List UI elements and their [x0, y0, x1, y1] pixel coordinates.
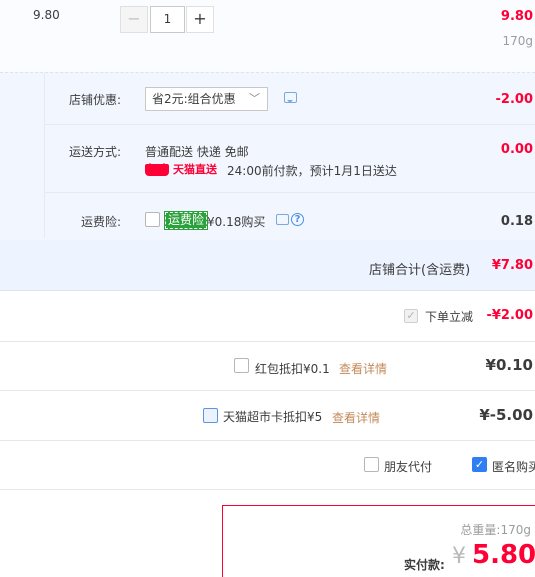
total-weight-label: 总重量: [460, 523, 501, 537]
shipping-insurance-amount: 0.18 [500, 214, 533, 229]
actual-payment-label: 实付款: [404, 558, 445, 572]
shop-promo-select-value: 省2元:组合优惠 [152, 92, 236, 106]
instant-discount-label: 下单立减 [425, 310, 474, 324]
chevron-down-icon: ﹀ [249, 92, 260, 105]
friend-pay-label: 朋友代付 [384, 460, 433, 474]
divider [0, 341, 535, 342]
tmall-direct-text: 天猫直送 [173, 163, 217, 176]
quantity-input[interactable]: 1 [150, 6, 185, 33]
divider [0, 489, 535, 490]
item-total-price: 9.80 [500, 9, 533, 24]
shipping-insurance-price: ¥0.18购买 [207, 215, 266, 229]
redpacket-details-link[interactable]: 查看详情 [339, 360, 387, 377]
redpacket-checkbox[interactable] [234, 358, 249, 373]
shipping-insurance-tag: 运费险 [163, 211, 209, 230]
anonymous-purchase-label: 匿名购买 [492, 460, 535, 474]
shop-total-amount: ¥7.80 [491, 258, 533, 273]
supermarket-card-details-link[interactable]: 查看详情 [332, 409, 380, 426]
currency-symbol: ¥ [452, 544, 466, 569]
supermarket-card-label: 天猫超市卡抵扣¥5 [223, 410, 323, 424]
message-icon[interactable] [276, 214, 289, 225]
anonymous-purchase-checkbox[interactable]: ✓ [472, 457, 487, 472]
friend-pay-checkbox[interactable] [364, 457, 379, 472]
item-weight: 170g [502, 34, 533, 48]
divider [0, 390, 535, 391]
supermarket-card-amount: ¥-5.00 [479, 406, 533, 424]
shipping-insurance-label: 运费险: [81, 215, 122, 229]
message-icon[interactable] [284, 92, 297, 103]
shop-total-label: 店铺合计(含运费) [369, 263, 471, 278]
order-item-row [0, 0, 535, 72]
shop-promo-amount: -2.00 [495, 92, 533, 107]
quantity-decrease-button[interactable]: − [120, 6, 148, 33]
shop-promo-label: 店铺优惠: [69, 93, 122, 107]
redpacket-amount: ¥0.10 [485, 356, 533, 374]
instant-discount-amount: -¥2.00 [486, 308, 533, 323]
tmall-direct-logo: 天猫直送 [145, 163, 217, 177]
divider [44, 124, 535, 125]
tmall-cat-icon [145, 163, 169, 176]
instant-discount-checkbox: ✓ [404, 309, 418, 323]
unit-price: 9.80 [33, 8, 60, 22]
divider [44, 192, 535, 193]
shipping-method-label: 运送方式: [69, 145, 122, 159]
help-icon[interactable]: ? [291, 213, 304, 226]
redpacket-label: 红包抵扣¥0.1 [255, 362, 330, 376]
total-weight: 总重量:170g [460, 521, 531, 538]
shop-promo-select[interactable]: 省2元:组合优惠 ﹀ [145, 87, 268, 111]
divider [0, 440, 535, 441]
supermarket-card-checkbox[interactable] [203, 408, 218, 423]
shipping-method-value: 普通配送 快递 免邮 [145, 145, 249, 159]
shipping-amount: 0.00 [500, 142, 533, 157]
shipping-insurance-checkbox[interactable] [145, 212, 160, 227]
total-weight-value: 170g [500, 523, 531, 537]
actual-payment-amount: 5.80 [472, 540, 535, 570]
quantity-increase-button[interactable]: + [186, 6, 214, 33]
delivery-estimate: 24:00前付款，预计1月1日送达 [227, 164, 397, 178]
